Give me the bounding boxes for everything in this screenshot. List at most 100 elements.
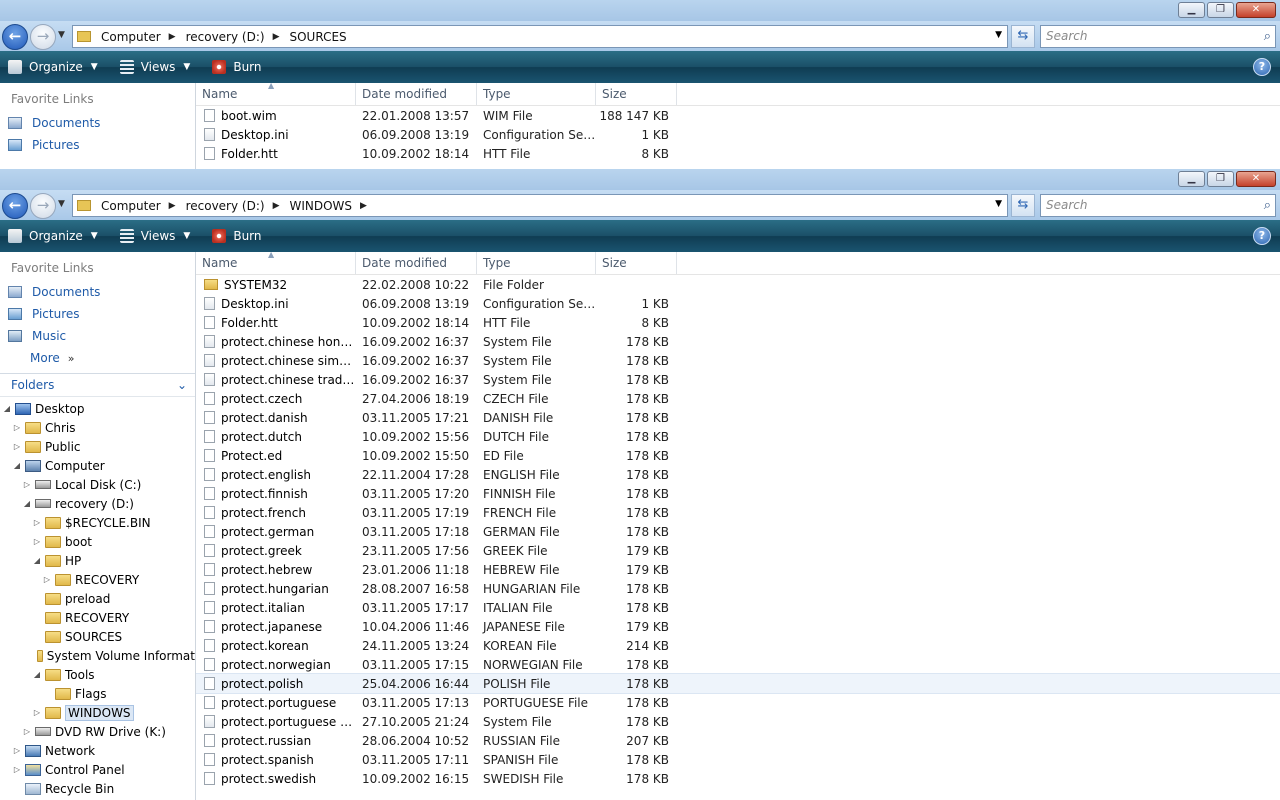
tree-item[interactable]: ▷ Public — [0, 437, 195, 456]
tree-item[interactable]: ▷ RECOVERY — [0, 570, 195, 589]
favorite-link-documents[interactable]: Documents — [0, 112, 195, 134]
collapse-arrow-icon[interactable]: ◢ — [22, 499, 32, 508]
restore-button[interactable]: ❐ — [1207, 2, 1234, 18]
breadcrumb-separator-icon[interactable]: ▶ — [273, 201, 280, 211]
file-row[interactable]: Desktop.ini 06.09.2008 13:19 Configuration… — [196, 294, 1280, 313]
collapse-arrow-icon[interactable]: ◢ — [32, 556, 42, 565]
expand-arrow-icon[interactable]: ▷ — [42, 575, 52, 584]
more-links-button[interactable]: More » — [0, 347, 195, 369]
back-arrow-icon[interactable]: ← — [2, 24, 28, 50]
refresh-icon[interactable]: ⇆ — [1011, 194, 1035, 217]
column-header-type[interactable]: Type — [477, 252, 596, 274]
breadcrumb-computer[interactable]: Computer — [101, 199, 161, 213]
file-row[interactable]: protect.russian 28.06.2004 10:52 RUSSIAN F… — [196, 731, 1280, 750]
breadcrumb-computer[interactable]: Computer — [101, 30, 161, 44]
column-header-type[interactable]: Type — [477, 83, 596, 105]
tree-item[interactable]: RECOVERY — [0, 608, 195, 627]
collapse-arrow-icon[interactable]: ◢ — [12, 461, 22, 470]
recent-pages-dropdown-icon[interactable]: ▼ — [58, 199, 65, 209]
forward-arrow-icon[interactable]: → — [30, 193, 56, 219]
folders-header[interactable]: Folders ⌄ — [0, 373, 195, 397]
recent-pages-dropdown-icon[interactable]: ▼ — [58, 30, 65, 40]
tree-item[interactable]: ▷ DVD RW Drive (K:) — [0, 722, 195, 741]
file-row[interactable]: protect.portuguese 03.11.2005 17:13 PORTUG… — [196, 693, 1280, 712]
file-row[interactable]: Folder.htt 10.09.2002 18:14 HTT File 8 KB — [196, 313, 1280, 332]
minimize-button[interactable]: ▁ — [1178, 2, 1205, 18]
burn-button[interactable]: Burn — [212, 229, 262, 243]
tree-item[interactable]: Flags — [0, 684, 195, 703]
file-row[interactable]: SYSTEM32 22.02.2008 10:22 File Folder — [196, 275, 1280, 294]
column-header-date[interactable]: Date modified — [356, 252, 477, 274]
close-button[interactable]: ✕ — [1236, 2, 1276, 18]
favorite-link-music[interactable]: Music — [0, 325, 195, 347]
file-row[interactable]: protect.greek 23.11.2005 17:56 GREEK File 1… — [196, 541, 1280, 560]
favorite-link-documents[interactable]: Documents — [0, 281, 195, 303]
file-row[interactable]: protect.korean 24.11.2005 13:24 KOREAN Fil… — [196, 636, 1280, 655]
tree-item[interactable]: ◢ HP — [0, 551, 195, 570]
collapse-arrow-icon[interactable]: ◢ — [32, 670, 42, 679]
file-row[interactable]: protect.finnish 03.11.2005 17:20 FINNISH F… — [196, 484, 1280, 503]
address-dropdown-icon[interactable]: ▼ — [995, 30, 1002, 40]
file-row[interactable]: protect.hungarian 28.08.2007 16:58 HUNGARI… — [196, 579, 1280, 598]
file-row[interactable]: boot.wim 22.01.2008 13:57 WIM File 188 147 … — [196, 106, 1280, 125]
tree-item[interactable]: ◢ Desktop — [0, 399, 195, 418]
file-row[interactable]: protect.japanese 10.04.2006 11:46 JAPANESE… — [196, 617, 1280, 636]
file-row[interactable]: protect.italian 03.11.2005 17:17 ITALIAN F… — [196, 598, 1280, 617]
file-row[interactable]: Desktop.ini 06.09.2008 13:19 Configuration… — [196, 125, 1280, 144]
tree-item[interactable]: ▷ Network — [0, 741, 195, 760]
column-header-size[interactable]: Size — [596, 252, 677, 274]
minimize-button[interactable]: ▁ — [1178, 171, 1205, 187]
restore-button[interactable]: ❐ — [1207, 171, 1234, 187]
address-bar[interactable]: Computer ▶ recovery (D:) ▶ WINDOWS ▶ ▼ — [72, 194, 1008, 217]
breadcrumb-separator-icon[interactable]: ▶ — [169, 32, 176, 42]
collapse-arrow-icon[interactable]: ◢ — [2, 404, 12, 413]
column-header-name[interactable]: Name ▲ — [196, 252, 356, 274]
back-arrow-icon[interactable]: ← — [2, 193, 28, 219]
tree-item[interactable]: preload — [0, 589, 195, 608]
file-row[interactable]: protect.chinese simplif... 16.09.2002 16:… — [196, 351, 1280, 370]
file-row[interactable]: protect.chinese traditi... 16.09.2002 16:… — [196, 370, 1280, 389]
file-row[interactable]: protect.swedish 10.09.2002 16:15 SWEDISH F… — [196, 769, 1280, 788]
search-input[interactable]: Search ⌕ — [1040, 25, 1276, 48]
refresh-icon[interactable]: ⇆ — [1011, 25, 1035, 48]
tree-item[interactable]: SOURCES — [0, 627, 195, 646]
expand-arrow-icon[interactable]: ▷ — [12, 765, 22, 774]
file-row[interactable]: protect.chinese hong k... 16.09.2002 16:3… — [196, 332, 1280, 351]
breadcrumb-sources[interactable]: SOURCES — [289, 30, 346, 44]
tree-item[interactable]: ▷ Control Panel — [0, 760, 195, 779]
search-icon[interactable]: ⌕ — [1264, 195, 1271, 216]
tree-item[interactable]: Recycle Bin — [0, 779, 195, 798]
breadcrumb-recovery[interactable]: recovery (D:) — [186, 30, 265, 44]
forward-arrow-icon[interactable]: → — [30, 24, 56, 50]
favorite-link-pictures[interactable]: Pictures — [0, 303, 195, 325]
tree-item[interactable]: ▷ Chris — [0, 418, 195, 437]
expand-arrow-icon[interactable]: ▷ — [12, 442, 22, 451]
file-row[interactable]: protect.czech 27.04.2006 18:19 CZECH File 1… — [196, 389, 1280, 408]
breadcrumb-separator-icon[interactable]: ▶ — [273, 32, 280, 42]
expand-arrow-icon[interactable]: ▷ — [22, 727, 32, 736]
expand-arrow-icon[interactable]: ▷ — [12, 423, 22, 432]
tree-item[interactable]: ◢ Computer — [0, 456, 195, 475]
expand-arrow-icon[interactable]: ▷ — [12, 746, 22, 755]
tree-item[interactable]: ◢ Tools — [0, 665, 195, 684]
file-row[interactable]: protect.spanish 03.11.2005 17:11 SPANISH F… — [196, 750, 1280, 769]
file-row[interactable]: protect.polish 25.04.2006 16:44 POLISH Fil… — [196, 673, 1280, 694]
expand-arrow-icon[interactable]: ▷ — [32, 518, 42, 527]
tree-item[interactable]: ▷ boot — [0, 532, 195, 551]
file-row[interactable]: protect.dutch 10.09.2002 15:56 DUTCH File 1… — [196, 427, 1280, 446]
search-input[interactable]: Search ⌕ — [1040, 194, 1276, 217]
file-row[interactable]: Protect.ed 10.09.2002 15:50 ED File 178 KB — [196, 446, 1280, 465]
burn-button[interactable]: Burn — [212, 60, 262, 74]
file-row[interactable]: Folder.htt 10.09.2002 18:14 HTT File 8 KB — [196, 144, 1280, 163]
address-bar[interactable]: Computer ▶ recovery (D:) ▶ SOURCES ▼ — [72, 25, 1008, 48]
tree-item[interactable]: ▷ Local Disk (C:) — [0, 475, 195, 494]
expand-arrow-icon[interactable]: ▷ — [32, 537, 42, 546]
file-row[interactable]: protect.portuguese bra... 27.10.2005 21:2… — [196, 712, 1280, 731]
column-header-size[interactable]: Size — [596, 83, 677, 105]
tree-item[interactable]: ▷ $RECYCLE.BIN — [0, 513, 195, 532]
breadcrumb-windows[interactable]: WINDOWS — [289, 199, 352, 213]
file-row[interactable]: protect.norwegian 03.11.2005 17:15 NORWEGI… — [196, 655, 1280, 674]
help-icon[interactable]: ? — [1253, 227, 1271, 245]
column-header-name[interactable]: Name ▲ — [196, 83, 356, 105]
breadcrumb-recovery[interactable]: recovery (D:) — [186, 199, 265, 213]
